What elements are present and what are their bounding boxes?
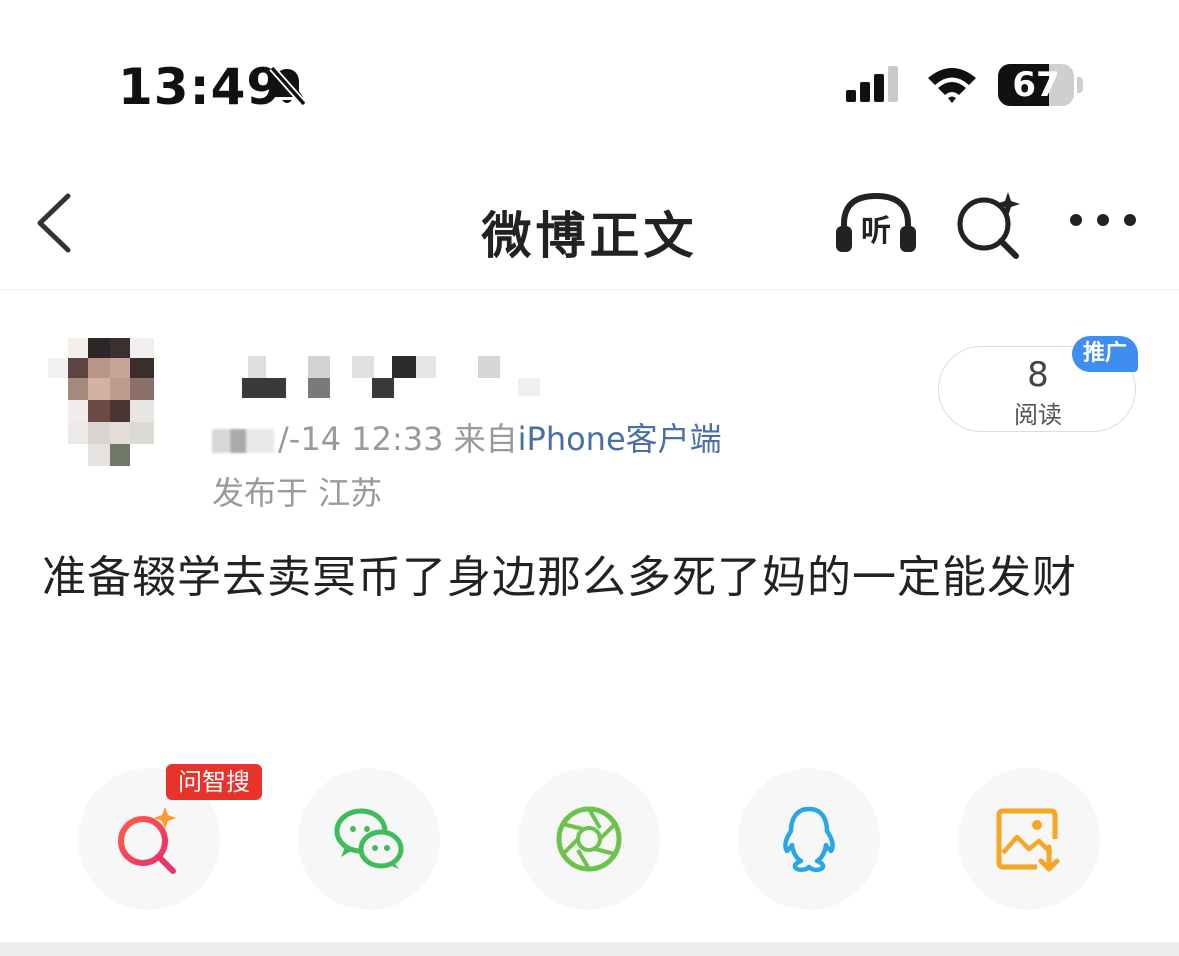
wechat-icon [334,808,404,869]
read-label: 阅读 [1014,401,1062,429]
post-meta: /-14 12:33 来自iPhone客户端 [212,414,722,458]
post-content: 准备辍学去卖冥币了身边那么多死了妈的一定能发财 [42,552,1077,603]
ai-search-badge: 问智搜 [166,764,262,800]
bottom-divider [0,942,1179,956]
status-time: 13:49 [118,58,283,116]
share-row: 问智搜 [0,760,1179,920]
share-save-image-button[interactable] [958,768,1100,910]
share-wechat-button[interactable] [298,768,440,910]
source-client-link[interactable]: iPhone客户端 [518,420,722,458]
battery-level: 67 [1012,65,1060,105]
share-moments-button[interactable] [518,768,660,910]
wifi-icon [928,68,976,103]
post-location: 发布于 江苏 [212,474,383,512]
listen-button[interactable]: 听 [834,190,918,256]
post-timestamp: /-14 12:33 [278,420,444,458]
qq-icon [783,806,835,873]
share-qq-button[interactable] [738,768,880,910]
ai-search-icon [118,807,176,874]
avatar[interactable] [48,338,178,468]
nav-bar: 微博正文 听 [0,160,1179,290]
more-options-icon[interactable] [1066,200,1140,240]
cellular-signal-icon [846,66,898,102]
bell-muted-icon [269,65,307,107]
username-pixelated[interactable] [212,352,552,404]
blurred-date [212,429,274,453]
source-prefix: 来自 [453,420,518,458]
promo-badge[interactable]: 推广 [1072,336,1138,372]
battery-indicator: 67 [998,64,1084,106]
moments-icon [556,806,622,872]
listen-label: 听 [861,214,891,249]
save-image-icon [996,808,1060,872]
ai-search-icon[interactable] [952,188,1024,260]
status-bar: 13:49 67 [0,0,1179,150]
